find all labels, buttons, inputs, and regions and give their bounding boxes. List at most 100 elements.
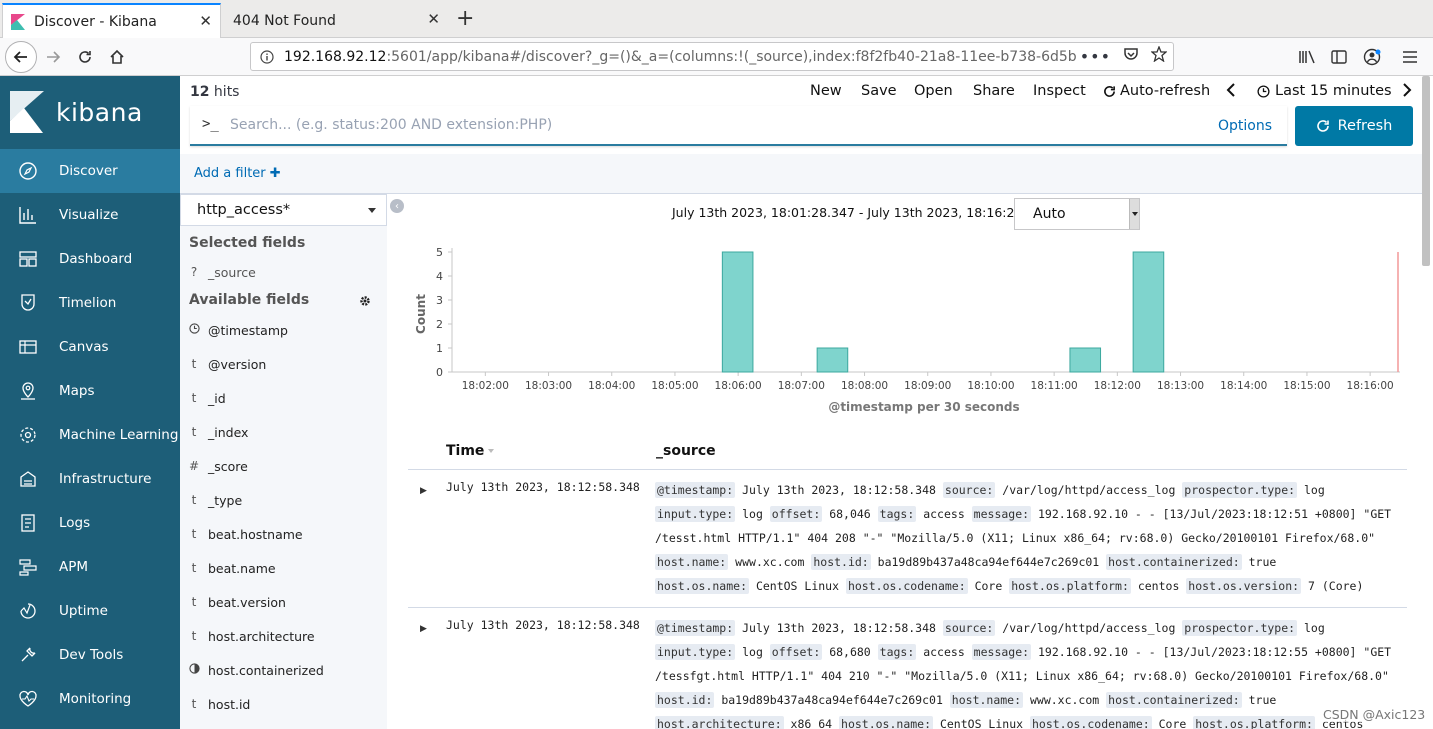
row-source: @timestamp: July 13th 2023, 18:12:58.348… xyxy=(655,478,1407,598)
field-item[interactable]: t _type xyxy=(180,483,387,517)
field-item[interactable]: t _id xyxy=(180,381,387,415)
index-pattern-select[interactable]: http_access* xyxy=(180,194,387,226)
browser-tab-discover[interactable]: Discover - Kibana ✕ xyxy=(2,3,221,38)
field-type-string-icon: t xyxy=(191,391,197,405)
field-item[interactable]: t host.id xyxy=(180,687,387,721)
share-button[interactable]: Share xyxy=(973,83,1015,99)
nav-item-logs[interactable]: Logs xyxy=(0,501,180,545)
y-axis-title: Count xyxy=(414,294,428,334)
source-field-value: /tessfgt.html HTTP/1.1" 404 210 "-" "Moz… xyxy=(655,669,1389,683)
interval-select[interactable]: Auto xyxy=(1014,198,1140,230)
search-input[interactable]: >_ Search... (e.g. status:200 AND extens… xyxy=(190,106,1287,146)
row-timestamp: July 13th 2023, 18:12:58.348 xyxy=(446,618,640,632)
source-field-value: 68,680 xyxy=(822,645,878,659)
field-type-string-icon: t xyxy=(191,697,197,711)
url-bar[interactable]: 192.168.92.12:5601/app/kibana#/discover?… xyxy=(250,42,1174,71)
bookmark-star-icon[interactable] xyxy=(1150,45,1168,66)
sidebar-toggle-icon[interactable] xyxy=(1324,42,1354,72)
sort-caret-icon[interactable] xyxy=(488,449,495,453)
field-item[interactable]: # _score xyxy=(180,449,387,483)
browser-tab-404[interactable]: 404 Not Found ✕ xyxy=(222,3,448,38)
table-row[interactable]: ▶ July 13th 2023, 18:12:58.348 @timestamp:… xyxy=(408,478,1407,616)
expand-row-caret-icon[interactable]: ▶ xyxy=(420,624,427,634)
browser-navbar: 192.168.92.12:5601/app/kibana#/discover?… xyxy=(0,38,1433,76)
source-field-key: host.os.name: xyxy=(839,716,934,729)
time-forward-chevron-icon[interactable] xyxy=(1402,83,1412,101)
pocket-icon[interactable] xyxy=(1123,46,1139,66)
field-item-source[interactable]: ? _source xyxy=(180,255,387,289)
field-item[interactable]: t beat.version xyxy=(180,585,387,619)
collapse-sidebar-chevron-icon[interactable]: ‹ xyxy=(390,199,404,213)
source-line: host.name: www.xc.com host.id: ba19d89b4… xyxy=(655,550,1407,574)
inspect-button[interactable]: Inspect xyxy=(1033,83,1086,99)
source-field-value: 192.168.92.10 - - [13/Jul/2023:18:12:51 … xyxy=(1031,507,1392,521)
nav-item-uptime[interactable]: Uptime xyxy=(0,589,180,633)
vertical-scrollbar[interactable] xyxy=(1422,76,1430,266)
refresh-icon xyxy=(1316,120,1329,132)
field-type-date-icon xyxy=(180,323,208,337)
source-field-key: @timestamp: xyxy=(655,620,736,636)
nav-item-maps[interactable]: Maps xyxy=(0,369,180,413)
add-filter-button[interactable]: Add a filter ✚ xyxy=(194,166,281,181)
nav-item-timelion[interactable]: Timelion xyxy=(0,281,180,325)
nav-item-discover[interactable]: Discover xyxy=(0,149,180,193)
back-arrow-icon[interactable] xyxy=(5,41,37,73)
nav-item-dev-tools[interactable]: Dev Tools xyxy=(0,633,180,677)
field-item[interactable]: t beat.name xyxy=(180,551,387,585)
field-name: _type xyxy=(208,492,243,508)
column-header-time[interactable]: Time xyxy=(446,443,495,459)
nav-item-machine-learning[interactable]: Machine Learning xyxy=(0,413,180,457)
field-item[interactable]: t host.architecture xyxy=(180,619,387,653)
new-tab-icon[interactable]: + xyxy=(456,6,474,31)
hamburger-menu-icon[interactable] xyxy=(1395,42,1425,72)
source-line: host.os.name: CentOS Linux host.os.coden… xyxy=(655,574,1407,598)
nav-item-monitoring[interactable]: Monitoring xyxy=(0,677,180,721)
table-row[interactable]: ▶ July 13th 2023, 18:12:58.348 @timestamp:… xyxy=(408,616,1407,729)
filter-bar: Add a filter ✚ xyxy=(180,154,1425,194)
refresh-label: Refresh xyxy=(1337,118,1393,134)
save-button[interactable]: Save xyxy=(861,83,897,99)
reload-icon[interactable] xyxy=(70,42,100,72)
time-picker[interactable]: Last 15 minutes xyxy=(1257,83,1392,99)
field-item[interactable]: host.containerized xyxy=(180,653,387,687)
expand-row-caret-icon[interactable]: ▶ xyxy=(420,486,427,496)
close-tab-icon[interactable]: ✕ xyxy=(427,11,440,27)
field-item[interactable]: t _index xyxy=(180,415,387,449)
auto-refresh-button[interactable]: Auto-refresh xyxy=(1103,83,1210,99)
uptime-icon xyxy=(15,600,41,622)
page-info-icon[interactable] xyxy=(260,49,274,64)
infrastructure-icon xyxy=(15,468,41,490)
field-name: _index xyxy=(208,424,249,440)
refresh-button[interactable]: Refresh xyxy=(1295,106,1413,146)
close-tab-icon[interactable]: ✕ xyxy=(199,13,212,29)
time-back-chevron-icon[interactable] xyxy=(1226,83,1236,101)
field-item[interactable]: t @version xyxy=(180,347,387,381)
query-bar: 12 hits New Save Open Share Inspect Auto… xyxy=(180,76,1433,154)
nav-item-label: Uptime xyxy=(59,603,108,619)
field-item[interactable]: @timestamp xyxy=(180,313,387,347)
nav-item-label: Discover xyxy=(59,163,118,179)
open-button[interactable]: Open xyxy=(914,83,953,99)
source-field-value: 7 (Core) xyxy=(1301,579,1364,593)
nav-item-canvas[interactable]: Canvas xyxy=(0,325,180,369)
options-button[interactable]: Options xyxy=(1218,118,1272,134)
source-field-key: input.type: xyxy=(655,644,736,660)
field-type-string-icon: t xyxy=(191,357,197,371)
source-field-value: ba19d89b437a48ca94ef644e7c269c01 xyxy=(714,693,950,707)
home-icon[interactable] xyxy=(102,42,132,72)
account-icon[interactable] xyxy=(1357,42,1387,72)
field-item[interactable]: t beat.hostname xyxy=(180,517,387,551)
forward-arrow-icon[interactable] xyxy=(38,42,68,72)
nav-item-apm[interactable]: APM xyxy=(0,545,180,589)
nav-item-infrastructure[interactable]: Infrastructure xyxy=(0,457,180,501)
library-icon[interactable] xyxy=(1292,42,1322,72)
nav-item-visualize[interactable]: Visualize xyxy=(0,193,180,237)
nav-item-dashboard[interactable]: Dashboard xyxy=(0,237,180,281)
source-field-value: 68,046 xyxy=(822,507,878,521)
kibana-logo[interactable]: kibana xyxy=(0,76,180,148)
x-tick-label: 18:02:00 xyxy=(462,380,509,392)
gear-icon[interactable] xyxy=(359,295,371,311)
new-button[interactable]: New xyxy=(810,83,842,99)
more-actions-icon[interactable]: ••• xyxy=(1080,47,1111,66)
selected-fields-title: Selected fields xyxy=(189,235,306,251)
